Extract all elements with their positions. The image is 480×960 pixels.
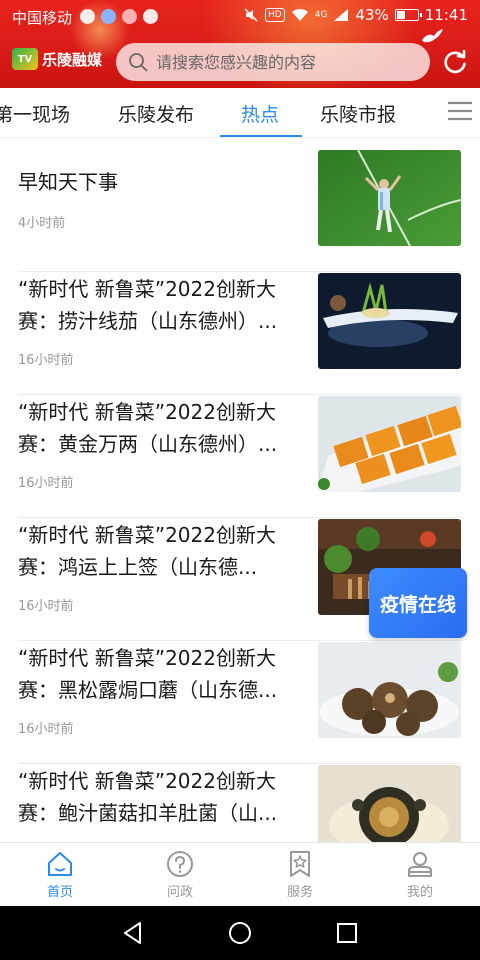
news-title: 早知天下事 bbox=[18, 170, 118, 194]
category-tabs: 第一现场 乐陵发布 热点 乐陵市报 bbox=[0, 88, 480, 138]
logo-text: 乐陵融媒 bbox=[42, 50, 103, 69]
carrier-name: 中国移动 bbox=[12, 9, 73, 27]
nav-home-label: 首页 bbox=[46, 885, 73, 900]
status-bar: 中国移动 HD 4G 43% 11:41 bbox=[0, 0, 480, 34]
nav-home[interactable]: 首页 bbox=[20, 849, 100, 900]
back-icon[interactable] bbox=[120, 920, 146, 946]
service-icon bbox=[290, 851, 310, 877]
nav-profile-label: 我的 bbox=[406, 885, 433, 900]
app-notification-icon bbox=[101, 9, 116, 24]
news-time: 16小时前 bbox=[18, 722, 74, 737]
list-item[interactable]: “新时代 新鲁菜”2022创新大赛：鲍汁菌菇扣羊肚菌（山... bbox=[18, 765, 462, 842]
home-button-icon[interactable] bbox=[227, 920, 253, 946]
battery-icon bbox=[394, 9, 422, 21]
recents-icon[interactable] bbox=[334, 920, 360, 946]
network-type: 4G bbox=[314, 10, 328, 20]
active-tab-indicator bbox=[220, 135, 302, 137]
nav-profile[interactable]: 我的 bbox=[380, 849, 460, 900]
battery-percent: 43% bbox=[355, 6, 389, 24]
notification-icons bbox=[80, 9, 158, 24]
battery-fill bbox=[396, 11, 405, 19]
news-thumbnail bbox=[318, 396, 461, 492]
news-time: 16小时前 bbox=[18, 599, 74, 614]
tab-leling-release[interactable]: 乐陵发布 bbox=[118, 100, 194, 127]
app-notification-icon bbox=[122, 9, 137, 24]
logo-mark-icon: TV bbox=[12, 48, 38, 70]
mute-icon bbox=[244, 8, 258, 22]
news-title: “新时代 新鲁菜”2022创新大赛：黄金万两（山东德州）... bbox=[18, 400, 278, 456]
news-thumbnail bbox=[318, 273, 461, 369]
tab-leling-city-news[interactable]: 乐陵市报 bbox=[320, 100, 396, 127]
news-thumbnail bbox=[318, 765, 461, 842]
news-title: “新时代 新鲁菜”2022创新大赛：黑松露焗口蘑（山东德... bbox=[18, 646, 278, 702]
refresh-icon[interactable] bbox=[441, 48, 469, 76]
news-time: 16小时前 bbox=[18, 353, 74, 368]
search-bar[interactable] bbox=[116, 43, 430, 81]
news-list: 早知天下事 4小时前 “新时代 新鲁菜”2022创新大赛：捞汁线茄（山东德州）.… bbox=[0, 138, 480, 842]
nav-service-label: 服务 bbox=[286, 885, 313, 900]
news-time: 16小时前 bbox=[18, 476, 74, 491]
news-thumbnail bbox=[318, 642, 461, 738]
clock: 11:41 bbox=[424, 6, 468, 24]
news-title: “新时代 新鲁菜”2022创新大赛：捞汁线茄（山东德州）... bbox=[18, 277, 278, 333]
epidemic-online-badge[interactable]: 疫情在线 bbox=[369, 568, 467, 638]
search-icon bbox=[129, 53, 148, 72]
system-status-icons: HD 4G 43% 11:41 bbox=[243, 6, 468, 24]
message-icon bbox=[80, 9, 95, 24]
list-item[interactable]: “新时代 新鲁菜”2022创新大赛：黄金万两（山东德州）... 16小时前 bbox=[18, 396, 462, 518]
news-title: “新时代 新鲁菜”2022创新大赛：鸿运上上签（山东德... bbox=[18, 523, 276, 579]
search-input[interactable] bbox=[156, 47, 416, 77]
wifi-icon bbox=[291, 8, 308, 21]
app-logo: TV 乐陵融媒 bbox=[12, 48, 102, 70]
profile-icon bbox=[408, 852, 432, 877]
hd-badge: HD bbox=[265, 8, 285, 22]
news-time: 4小时前 bbox=[18, 216, 66, 231]
signal-icon bbox=[334, 9, 349, 21]
nav-inquiry-label: 问政 bbox=[166, 885, 193, 900]
question-icon bbox=[167, 851, 193, 877]
app-header: 中国移动 HD 4G 43% 11:41 TV 乐陵融媒 bbox=[0, 0, 480, 88]
tab-first-scene[interactable]: 第一现场 bbox=[0, 100, 70, 127]
news-thumbnail bbox=[318, 150, 461, 246]
home-icon bbox=[48, 852, 72, 876]
nav-service[interactable]: 服务 bbox=[260, 849, 340, 900]
list-item[interactable]: 早知天下事 4小时前 bbox=[18, 150, 462, 272]
list-item[interactable]: “新时代 新鲁菜”2022创新大赛：黑松露焗口蘑（山东德... 16小时前 bbox=[18, 642, 462, 764]
tab-hot[interactable]: 热点 bbox=[241, 100, 279, 127]
list-item[interactable]: “新时代 新鲁菜”2022创新大赛：捞汁线茄（山东德州）... 16小时前 bbox=[18, 273, 462, 395]
news-title: “新时代 新鲁菜”2022创新大赛：鲍汁菌菇扣羊肚菌（山... bbox=[18, 769, 278, 825]
menu-icon[interactable] bbox=[446, 100, 474, 124]
dove-icon bbox=[422, 29, 443, 43]
wechat-icon bbox=[143, 9, 158, 24]
system-navigation-bar bbox=[0, 906, 480, 960]
nav-inquiry[interactable]: 问政 bbox=[140, 849, 220, 900]
bottom-navigation: 首页 问政 服务 我的 bbox=[0, 842, 480, 906]
